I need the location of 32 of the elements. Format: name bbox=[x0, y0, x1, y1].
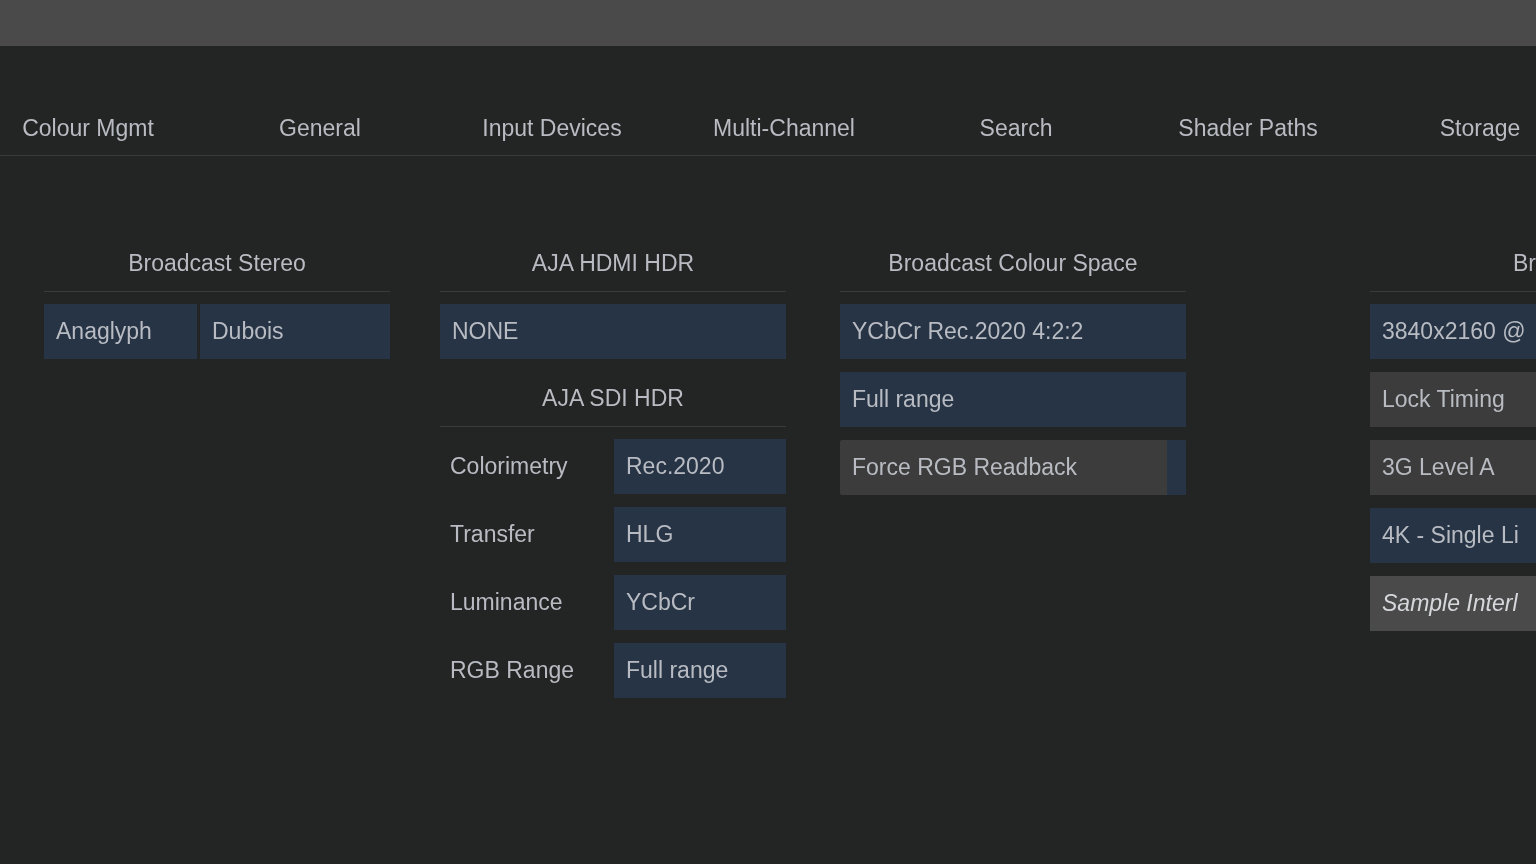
toggle-indicator bbox=[1167, 440, 1186, 495]
dropdown[interactable]: 3840x2160 @ bbox=[1370, 304, 1536, 359]
field-label: Luminance bbox=[449, 588, 564, 618]
option-button[interactable]: Sample Interl bbox=[1370, 576, 1536, 631]
dropdown[interactable]: 4K - Single Li bbox=[1370, 508, 1536, 563]
section-title: Broadcast Stereo bbox=[128, 249, 306, 279]
dropdown[interactable]: HLG bbox=[614, 507, 786, 562]
tab[interactable]: Search bbox=[900, 102, 1132, 155]
field-label: Transfer bbox=[449, 520, 536, 550]
dropdown[interactable]: Anaglyph bbox=[44, 304, 197, 359]
dropdown[interactable]: Full range bbox=[840, 372, 1186, 427]
tab[interactable]: Input Devices bbox=[436, 102, 668, 155]
dropdown[interactable]: Dubois bbox=[200, 304, 390, 359]
section-title: AJA HDMI HDR bbox=[531, 249, 695, 279]
tab[interactable]: General bbox=[204, 102, 436, 155]
dropdown[interactable]: YCbCr bbox=[614, 575, 786, 630]
section-title: AJA SDI HDR bbox=[542, 384, 684, 414]
dropdown[interactable]: Full range bbox=[614, 643, 786, 698]
dropdown[interactable]: YCbCr Rec.2020 4:2:2 bbox=[840, 304, 1186, 359]
toggle-button[interactable]: Force RGB Readback bbox=[840, 440, 1186, 495]
option-button[interactable]: 3G Level A bbox=[1370, 440, 1536, 495]
dropdown[interactable]: Rec.2020 bbox=[614, 439, 786, 494]
section-title: Br bbox=[1513, 249, 1536, 279]
tab[interactable]: Shader Paths bbox=[1132, 102, 1364, 155]
field-label: RGB Range bbox=[449, 656, 575, 686]
option-button[interactable]: Lock Timing bbox=[1370, 372, 1536, 427]
section-title: Broadcast Colour Space bbox=[888, 249, 1138, 279]
tab[interactable]: Colour Mgmt bbox=[0, 102, 204, 155]
field-label: Colorimetry bbox=[449, 452, 569, 482]
tab[interactable]: Storage bbox=[1364, 102, 1536, 155]
dropdown[interactable]: NONE bbox=[440, 304, 786, 359]
tab[interactable]: Multi-Channel bbox=[668, 102, 900, 155]
